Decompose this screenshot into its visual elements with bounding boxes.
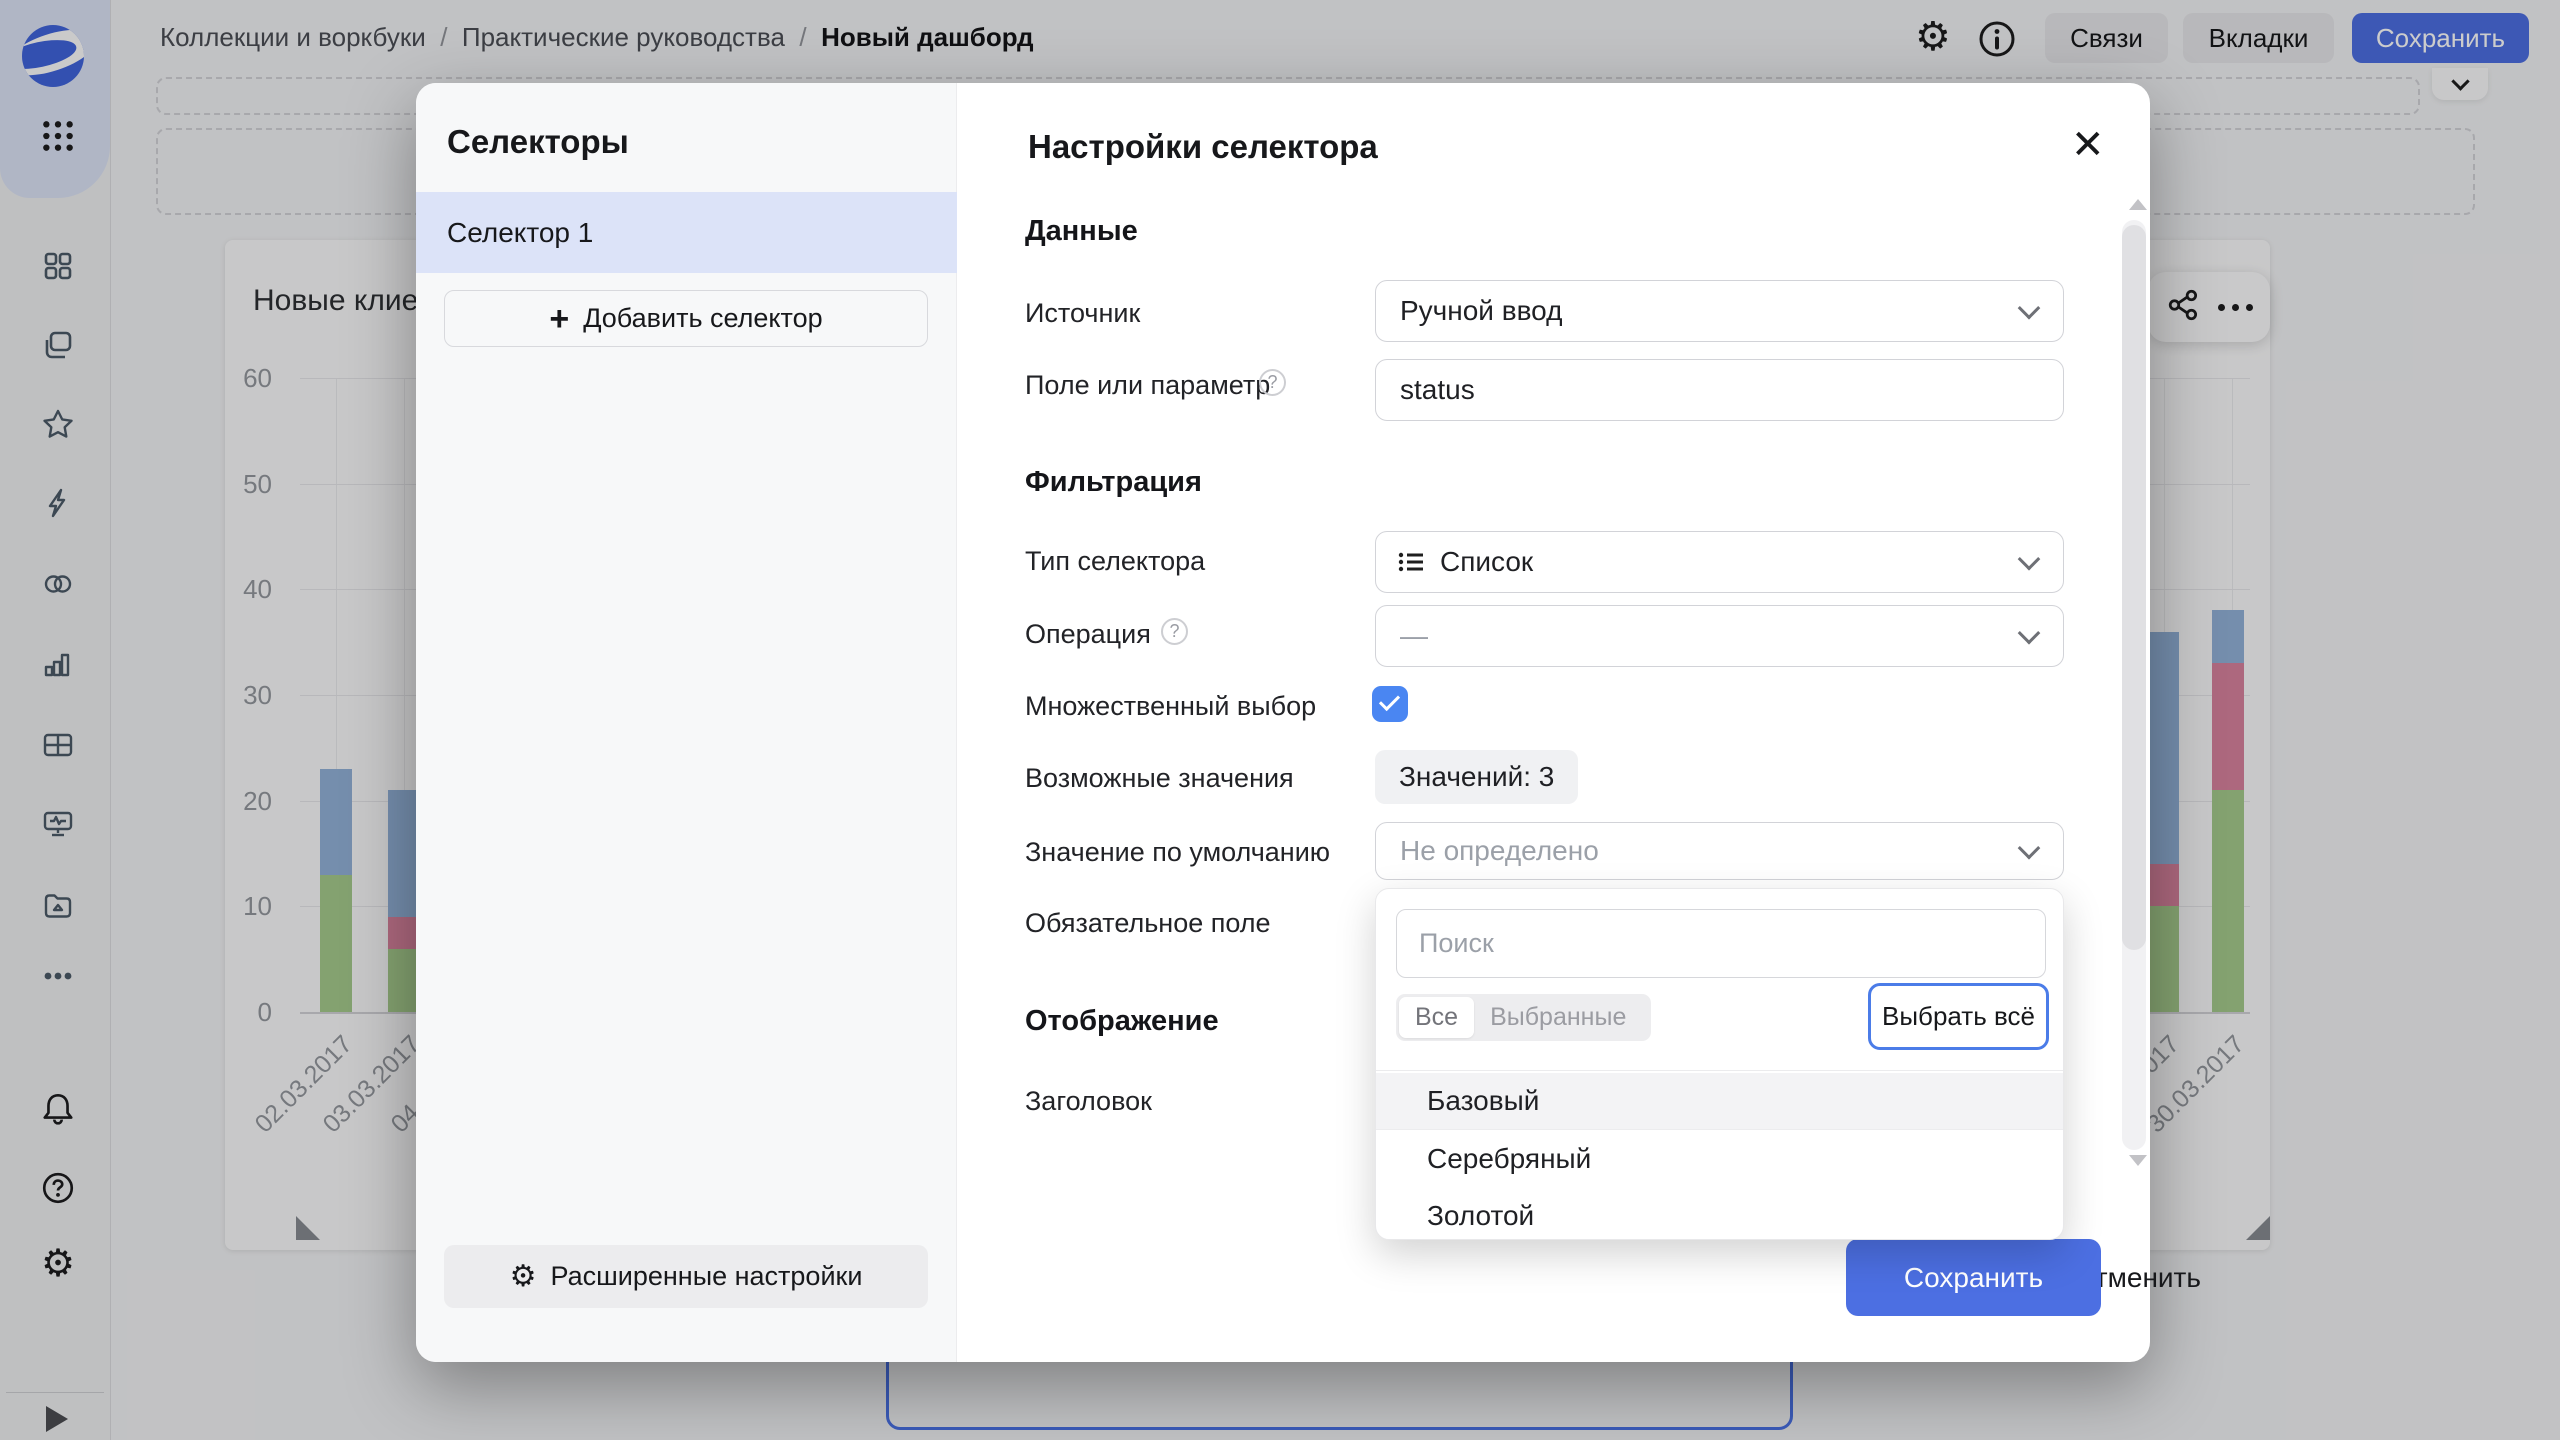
selector-type-label: Тип селектора <box>1025 546 1205 577</box>
possible-values-badge[interactable]: Значений: 3 <box>1375 750 1578 804</box>
operation-help-icon[interactable]: ? <box>1161 618 1188 645</box>
field-or-param-value: status <box>1400 374 1475 406</box>
field-or-param-help-icon[interactable]: ? <box>1259 369 1286 396</box>
field-or-param-input[interactable]: status <box>1375 359 2064 421</box>
tab-selected[interactable]: Выбранные <box>1474 1003 1642 1032</box>
advanced-settings-button[interactable]: ⚙ Расширенные настройки <box>444 1245 928 1308</box>
selectors-panel-title: Селекторы <box>447 123 629 161</box>
dropdown-divider <box>1376 1070 2064 1071</box>
help-question-mark: ? <box>1267 372 1277 393</box>
selector-list-item-selected[interactable]: Селектор 1 <box>416 192 957 273</box>
dropdown-option-highlighted[interactable]: Базовый <box>1376 1073 2064 1130</box>
advanced-settings-button-label: Расширенные настройки <box>550 1261 862 1292</box>
operation-select[interactable]: — <box>1375 605 2064 667</box>
required-field-label: Обязательное поле <box>1025 908 1271 939</box>
default-value-placeholder: Не определено <box>1400 835 1599 867</box>
operation-label: Операция <box>1025 619 1151 650</box>
possible-values-badge-label: Значений: 3 <box>1399 761 1554 793</box>
multiple-choice-checkbox[interactable] <box>1372 686 1408 722</box>
select-all-button-label: Выбрать всё <box>1882 1001 2035 1032</box>
chevron-down-icon <box>2021 831 2037 863</box>
source-select[interactable]: Ручной ввод <box>1375 280 2064 342</box>
operation-value: — <box>1400 620 1428 652</box>
chevron-down-icon <box>2021 616 2037 648</box>
title-field-label: Заголовок <box>1025 1086 1152 1117</box>
add-selector-button-label: Добавить селектор <box>583 303 822 334</box>
select-all-button[interactable]: Выбрать всё <box>1868 983 2049 1050</box>
dropdown-search-input[interactable] <box>1396 909 2046 978</box>
screen: Коллекции и воркбуки / Практические руко… <box>0 0 2560 1440</box>
close-icon[interactable]: ✕ <box>2071 125 2105 165</box>
tab-all[interactable]: Все <box>1399 997 1474 1038</box>
source-select-value: Ручной ввод <box>1400 295 1562 327</box>
scroll-up-icon[interactable] <box>2129 199 2147 210</box>
selector-list-item-label: Селектор 1 <box>447 217 593 249</box>
chevron-down-icon <box>2021 542 2037 574</box>
section-display: Отображение <box>1025 1005 1219 1038</box>
list-icon <box>1396 547 1426 577</box>
dropdown-option[interactable]: Серебряный <box>1376 1130 2064 1187</box>
selector-settings-modal: Селекторы Селектор 1 + Добавить селектор… <box>416 83 2150 1362</box>
default-value-select[interactable]: Не определено <box>1375 822 2064 880</box>
multiple-choice-label: Множественный выбор <box>1025 691 1316 722</box>
modal-scrollbar[interactable] <box>2122 220 2146 1150</box>
scroll-down-icon[interactable] <box>2129 1155 2147 1166</box>
chevron-down-icon <box>2021 291 2037 323</box>
field-or-param-label: Поле или параметр <box>1025 370 1270 401</box>
save-button-label: Сохранить <box>1904 1262 2043 1294</box>
default-value-dropdown: Все Выбранные Выбрать всё Базовый Серебр… <box>1375 888 2064 1240</box>
possible-values-label: Возможные значения <box>1025 763 1294 794</box>
section-filtering: Фильтрация <box>1025 466 1202 499</box>
dropdown-tabs: Все Выбранные <box>1396 994 1651 1041</box>
settings-panel-title: Настройки селектора <box>1028 128 1378 166</box>
section-data: Данные <box>1025 215 1138 248</box>
selectors-panel: Селекторы Селектор 1 + Добавить селектор… <box>416 83 957 1362</box>
save-button[interactable]: Сохранить <box>1846 1239 2101 1316</box>
add-selector-button[interactable]: + Добавить селектор <box>444 290 928 347</box>
default-value-label: Значение по умолчанию <box>1025 837 1330 868</box>
source-label: Источник <box>1025 298 1140 329</box>
plus-icon: + <box>549 302 569 336</box>
selector-type-select[interactable]: Список <box>1375 531 2064 593</box>
modal-scrollbar-thumb[interactable] <box>2122 225 2146 950</box>
selector-type-value: Список <box>1440 546 1533 578</box>
help-question-mark: ? <box>1169 621 1179 642</box>
dropdown-option[interactable]: Золотой <box>1376 1187 2064 1240</box>
gear-icon: ⚙ <box>510 1262 537 1292</box>
